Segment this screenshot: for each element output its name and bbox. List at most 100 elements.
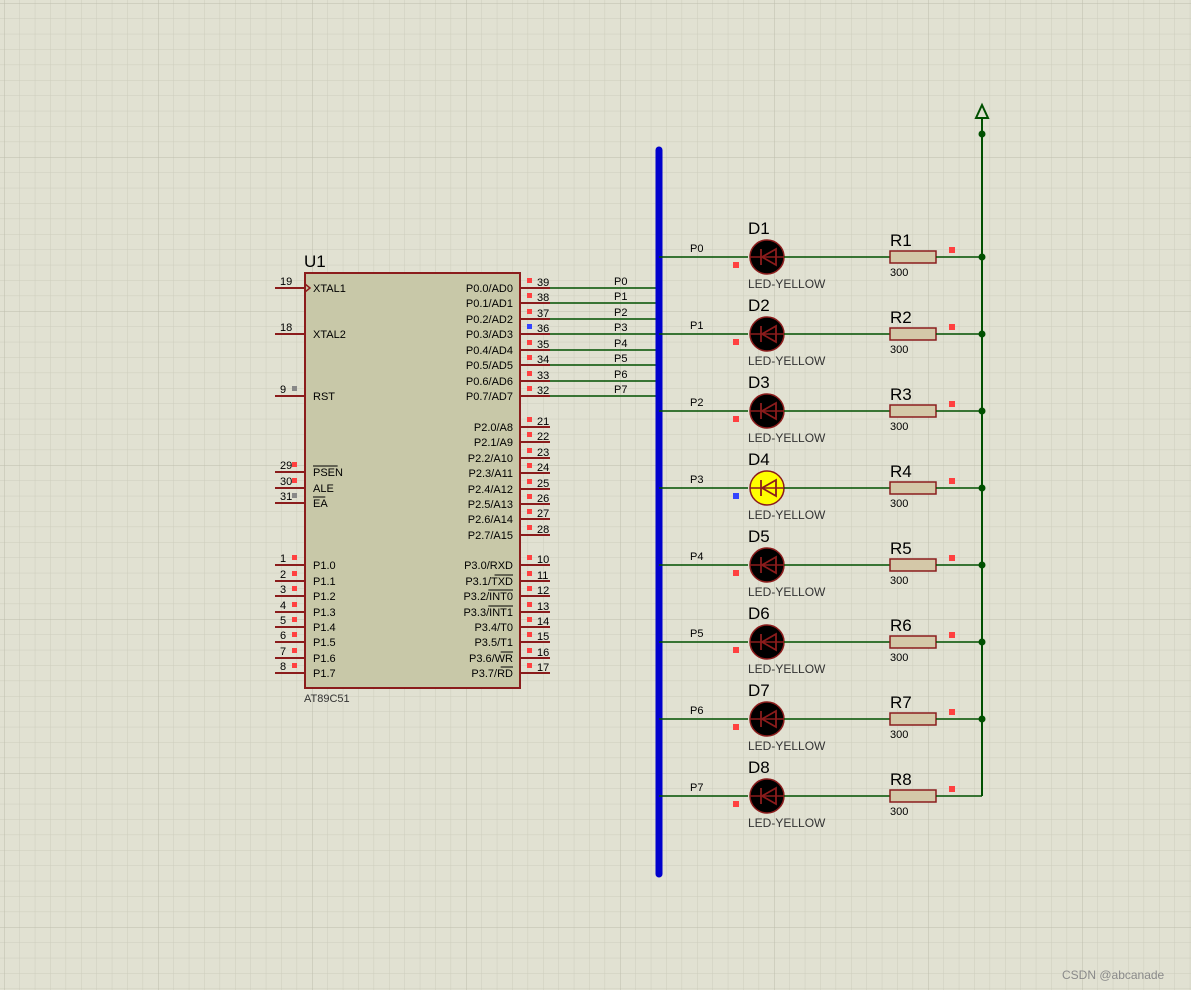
- pin-label: XTAL2: [313, 329, 346, 341]
- resistor-value: 300: [890, 267, 908, 279]
- net-label: P4: [614, 338, 627, 350]
- pin-marker: [292, 586, 297, 591]
- pin-marker: [949, 555, 955, 561]
- pin-label: P3.1/TXD: [465, 576, 513, 588]
- rail-junction: [978, 484, 986, 492]
- pin-marker: [527, 463, 532, 468]
- pin-label: P2.2/A10: [468, 453, 513, 465]
- pin-label: P0.5/AD5: [466, 360, 513, 372]
- pin-number: 19: [280, 276, 292, 288]
- resistor-ref: R2: [890, 308, 912, 327]
- net-label: P0: [614, 276, 627, 288]
- pin-marker: [527, 340, 532, 345]
- pin-label: P2.6/A14: [468, 514, 513, 526]
- pin-number: 17: [537, 662, 549, 674]
- pin-label: P1.7: [313, 668, 336, 680]
- pin-label: P3.5/T1: [474, 637, 513, 649]
- pin-marker: [733, 262, 739, 268]
- led-type: LED-YELLOW: [748, 585, 826, 599]
- net-label: P4: [690, 551, 703, 563]
- pin-number: 31: [280, 491, 292, 503]
- pin-marker: [527, 386, 532, 391]
- net-label: P5: [690, 628, 703, 640]
- pin-marker: [733, 339, 739, 345]
- pin-number: 28: [537, 524, 549, 536]
- schematic-canvas[interactable]: U1 AT89C51 19XTAL118XTAL29RST29PSEN30ALE…: [0, 0, 1191, 990]
- pin-label: P2.5/A13: [468, 499, 513, 511]
- resistor-body: [889, 712, 937, 726]
- resistor-body: [889, 327, 937, 341]
- resistor-body: [889, 558, 937, 572]
- pin-number: 16: [537, 647, 549, 659]
- pin-number: 14: [537, 616, 549, 628]
- resistor-ref: R1: [890, 231, 912, 250]
- resistor-value: 300: [890, 344, 908, 356]
- net-label: P6: [614, 369, 627, 381]
- led-type: LED-YELLOW: [748, 816, 826, 830]
- pin-number: 3: [280, 584, 286, 596]
- pin-number: 10: [537, 554, 549, 566]
- pin-marker: [292, 493, 297, 498]
- pin-label: P0.1/AD1: [466, 298, 513, 310]
- pin-marker: [733, 416, 739, 422]
- pin-marker: [733, 801, 739, 807]
- pin-marker: [527, 293, 532, 298]
- pin-label: P3.4/T0: [474, 622, 513, 634]
- pin-label: XTAL1: [313, 283, 346, 295]
- net-label: P0: [690, 243, 703, 255]
- pin-marker: [527, 617, 532, 622]
- pin-number: 27: [537, 508, 549, 520]
- resistor-value: 300: [890, 652, 908, 664]
- pin-marker: [527, 324, 532, 329]
- pin-number: 4: [280, 600, 286, 612]
- pin-label: P0.7/AD7: [466, 391, 513, 403]
- pin-number: 1: [280, 553, 286, 565]
- pin-marker: [527, 355, 532, 360]
- rail-junction: [978, 638, 986, 646]
- pin-label: P1.3: [313, 607, 336, 619]
- pin-marker: [527, 309, 532, 314]
- pin-number: 8: [280, 661, 286, 673]
- net-label: P1: [614, 291, 627, 303]
- pin-marker: [292, 632, 297, 637]
- pin-marker: [527, 555, 532, 560]
- pin-label: P1.2: [313, 591, 336, 603]
- led-ref: D5: [748, 527, 770, 546]
- pin-number: 37: [537, 308, 549, 320]
- led-ref: D7: [748, 681, 770, 700]
- pin-number: 39: [537, 277, 549, 289]
- pin-marker: [949, 632, 955, 638]
- pin-marker: [292, 462, 297, 467]
- net-label: P6: [690, 705, 703, 717]
- resistor-ref: R5: [890, 539, 912, 558]
- rail-junction: [978, 715, 986, 723]
- pin-label: P0.2/AD2: [466, 314, 513, 326]
- pin-number: 33: [537, 370, 549, 382]
- pin-number: 6: [280, 630, 286, 642]
- resistor-ref: R6: [890, 616, 912, 635]
- pin-marker: [527, 432, 532, 437]
- pin-label: P2.1/A9: [474, 437, 513, 449]
- led-ref: D1: [748, 219, 770, 238]
- pin-number: 15: [537, 631, 549, 643]
- pin-number: 38: [537, 292, 549, 304]
- pin-label: P1.1: [313, 576, 336, 588]
- resistor-body: [889, 635, 937, 649]
- led-ref: D3: [748, 373, 770, 392]
- pin-marker: [949, 709, 955, 715]
- led-type: LED-YELLOW: [748, 277, 826, 291]
- resistor-body: [889, 404, 937, 418]
- pin-number: 24: [537, 462, 549, 474]
- pin-marker: [949, 324, 955, 330]
- pin-label: P0.6/AD6: [466, 376, 513, 388]
- pin-label: P0.3/AD3: [466, 329, 513, 341]
- pin-marker: [733, 724, 739, 730]
- chip-part: AT89C51: [304, 693, 350, 705]
- pin-marker: [527, 663, 532, 668]
- resistor-value: 300: [890, 729, 908, 741]
- pin-label: P1.6: [313, 653, 336, 665]
- led-type: LED-YELLOW: [748, 431, 826, 445]
- pin-number: 35: [537, 339, 549, 351]
- net-label: P1: [690, 320, 703, 332]
- pin-marker: [527, 602, 532, 607]
